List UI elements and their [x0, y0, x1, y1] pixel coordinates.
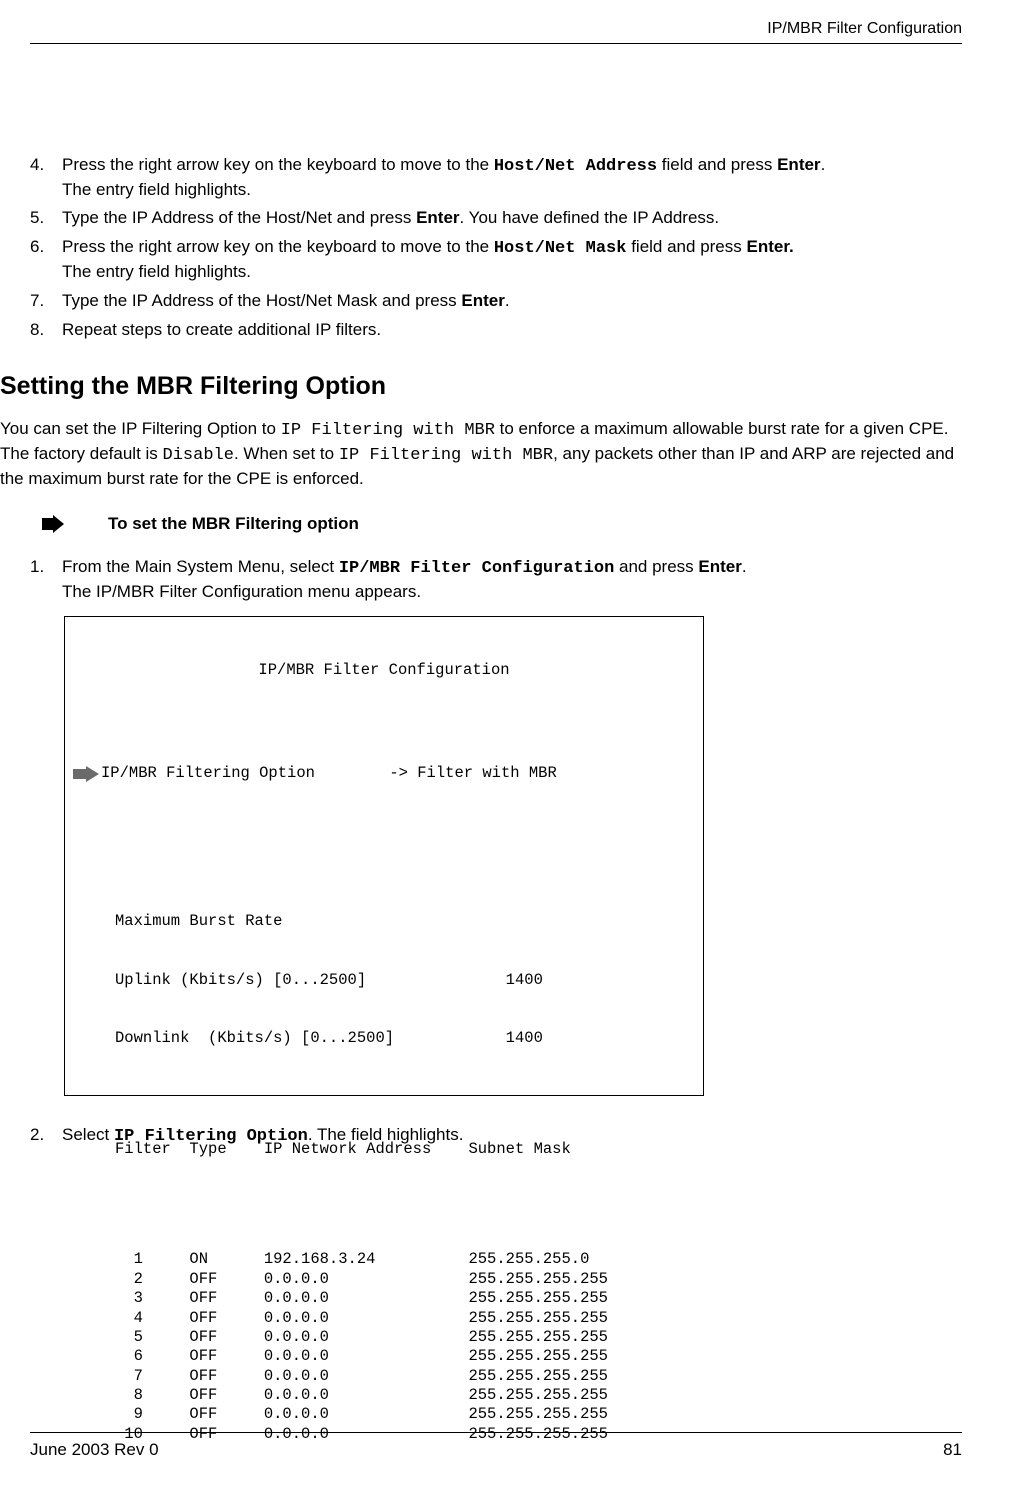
terminal-downlink: Downlink (Kbits/s) [0...2500] 1400: [115, 1029, 695, 1048]
step-body: From the Main System Menu, select IP/MBR…: [62, 556, 962, 604]
section-heading: Setting the MBR Filtering Option: [0, 370, 962, 404]
step-item: 8.Repeat steps to create additional IP f…: [30, 319, 962, 342]
task-arrow-icon: [42, 515, 72, 533]
terminal-row: 2 OFF 0.0.0.0 255.255.255.255: [115, 1270, 695, 1289]
step-body: Repeat steps to create additional IP fil…: [62, 319, 962, 342]
terminal-row: 8 OFF 0.0.0.0 255.255.255.255: [115, 1386, 695, 1405]
step-number: 8.: [30, 319, 62, 342]
step-item: 7.Type the IP Address of the Host/Net Ma…: [30, 290, 962, 313]
page-footer: June 2003 Rev 0 81: [30, 1432, 962, 1462]
terminal-row: 9 OFF 0.0.0.0 255.255.255.255: [115, 1405, 695, 1424]
footer-left: June 2003 Rev 0: [30, 1439, 159, 1462]
step-item: 4.Press the right arrow key on the keybo…: [30, 154, 962, 202]
step-number: 5.: [30, 207, 62, 230]
steps-list-a: 4.Press the right arrow key on the keybo…: [30, 154, 962, 343]
pointer-arrow-icon: [73, 727, 101, 821]
step-number: 7.: [30, 290, 62, 313]
intro-paragraph: You can set the IP Filtering Option to I…: [0, 418, 962, 491]
terminal-uplink: Uplink (Kbits/s) [0...2500] 1400: [115, 971, 695, 990]
footer-right: 81: [943, 1439, 962, 1462]
terminal-title: IP/MBR Filter Configuration: [73, 659, 695, 680]
step-item: 6.Press the right arrow key on the keybo…: [30, 236, 962, 284]
terminal-rows: 1 ON 192.168.3.24 255.255.255.0 2 OFF 0.…: [115, 1250, 695, 1444]
terminal-row: 5 OFF 0.0.0.0 255.255.255.255: [115, 1328, 695, 1347]
terminal-option-line: IP/MBR Filtering Option -> Filter with M…: [101, 764, 557, 783]
task-row: To set the MBR Filtering option: [30, 513, 962, 536]
step-body: Press the right arrow key on the keyboar…: [62, 154, 962, 202]
step-item: 1.From the Main System Menu, select IP/M…: [30, 556, 962, 604]
terminal-columns: Filter Type IP Network Address Subnet Ma…: [115, 1140, 695, 1159]
terminal-mbr-label: Maximum Burst Rate: [115, 912, 695, 931]
step-body: Press the right arrow key on the keyboar…: [62, 236, 962, 284]
step-number: 2.: [30, 1124, 62, 1149]
steps-list-b: 1.From the Main System Menu, select IP/M…: [30, 556, 962, 604]
step-number: 4.: [30, 154, 62, 202]
terminal-row: 3 OFF 0.0.0.0 255.255.255.255: [115, 1289, 695, 1308]
terminal-row: 6 OFF 0.0.0.0 255.255.255.255: [115, 1347, 695, 1366]
header-title: IP/MBR Filter Configuration: [767, 20, 962, 37]
terminal-row: 1 ON 192.168.3.24 255.255.255.0: [115, 1250, 695, 1269]
page-header: IP/MBR Filter Configuration: [30, 18, 962, 44]
step-body: Type the IP Address of the Host/Net and …: [62, 207, 962, 230]
task-label: To set the MBR Filtering option: [108, 513, 359, 536]
step-item: 5.Type the IP Address of the Host/Net an…: [30, 207, 962, 230]
step-number: 1.: [30, 556, 62, 604]
terminal-row: 7 OFF 0.0.0.0 255.255.255.255: [115, 1367, 695, 1386]
step-number: 6.: [30, 236, 62, 284]
terminal-screenshot: IP/MBR Filter Configuration IP/MBR Filte…: [64, 616, 704, 1096]
step-body: Type the IP Address of the Host/Net Mask…: [62, 290, 962, 313]
terminal-row: 4 OFF 0.0.0.0 255.255.255.255: [115, 1309, 695, 1328]
